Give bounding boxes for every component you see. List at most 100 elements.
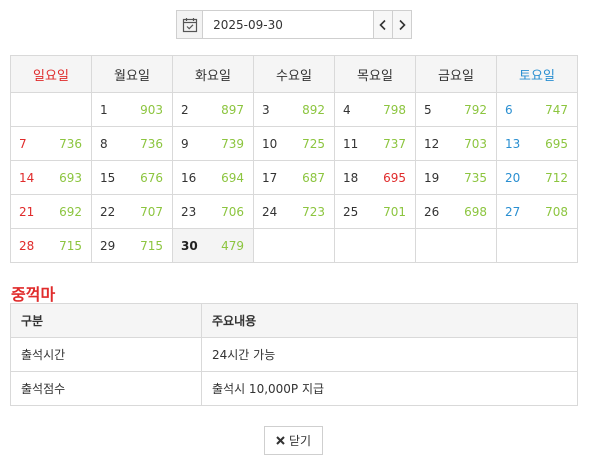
calendar-empty-cell: [10, 92, 92, 127]
calendar-day-number: 24: [262, 204, 278, 219]
calendar-week-row: 21 692 22 707 23 706 24 723 25 701 26 698 27 708: [10, 194, 578, 229]
calendar-day-content: 6 747: [505, 103, 568, 117]
calendar-day-content: 3 892: [262, 103, 325, 117]
calendar-attendance-count: 798: [383, 102, 406, 117]
attendance-info-table: 구분 주요내용 출석시간 24시간 가능 출석점수 출석시 10,000P 지급: [10, 303, 578, 406]
calendar-day-content: 25 701: [343, 205, 406, 219]
calendar-attendance-count: 736: [140, 136, 163, 151]
calendar-attendance-count: 692: [59, 204, 82, 219]
calendar-day-cell: 22 707: [91, 194, 173, 229]
calendar-day-cell: 20 712: [496, 160, 578, 195]
calendar-attendance-count: 897: [221, 102, 244, 117]
calendar-day-content: 24 723: [262, 205, 325, 219]
info-cell-category: 출석시간: [10, 337, 202, 372]
calendar-week-row: 7 736 8 736 9 739 10 725 11 737 12 703 13 695: [10, 126, 578, 161]
calendar-day-content: 14 693: [19, 171, 82, 185]
calendar-attendance-count: 737: [383, 136, 406, 151]
calendar-day-cell: 14 693: [10, 160, 92, 195]
calendar-day-number: 4: [343, 102, 351, 117]
calendar-attendance-count: 694: [221, 170, 244, 185]
weekday-monday: 월요일: [91, 55, 173, 93]
calendar-day-content: 28 715: [19, 239, 82, 253]
calendar-day-number: 5: [424, 102, 432, 117]
calendar-day-number: 6: [505, 102, 513, 117]
calendar-day-cell: 21 692: [10, 194, 92, 229]
calendar-day-number: 12: [424, 136, 440, 151]
calendar-attendance-count: 676: [140, 170, 163, 185]
calendar-day-content: 18 695: [343, 171, 406, 185]
calendar-day-content: 20 712: [505, 171, 568, 185]
calendar-day-number: 29: [100, 238, 116, 253]
calendar-day-content: 2 897: [181, 103, 244, 117]
calendar-day-content: 23 706: [181, 205, 244, 219]
calendar-attendance-count: 706: [221, 204, 244, 219]
calendar-day-cell: 17 687: [253, 160, 335, 195]
calendar-day-content: 11 737: [343, 137, 406, 151]
calendar-day-content: 7 736: [19, 137, 82, 151]
calendar-attendance-count: 725: [302, 136, 325, 151]
calendar-day-cell: 8 736: [91, 126, 173, 161]
calendar-empty-cell: [496, 228, 578, 263]
attendance-calendar: 일요일 월요일 화요일 수요일 목요일 금요일 토요일 1 903 2 897 3 892…: [10, 55, 578, 263]
calendar-attendance-count: 693: [59, 170, 82, 185]
info-cell-content: 24시간 가능: [201, 337, 578, 372]
next-month-button[interactable]: [392, 11, 411, 38]
calendar-day-number: 28: [19, 238, 35, 253]
calendar-attendance-count: 723: [302, 204, 325, 219]
calendar-day-cell: 23 706: [172, 194, 254, 229]
calendar-check-icon: [182, 17, 197, 32]
calendar-attendance-count: 687: [302, 170, 325, 185]
weekday-tuesday: 화요일: [172, 55, 254, 93]
calendar-attendance-count: 479: [221, 238, 244, 253]
calendar-day-content: 5 792: [424, 103, 487, 117]
calendar-day-cell: 13 695: [496, 126, 578, 161]
table-row: 출석점수 출석시 10,000P 지급: [10, 371, 578, 406]
calendar-day-number: 2: [181, 102, 189, 117]
calendar-day-cell: 6 747: [496, 92, 578, 127]
section-title: 중꺽마: [11, 285, 56, 304]
calendar-attendance-count: 712: [545, 170, 568, 185]
calendar-attendance-count: 715: [59, 238, 82, 253]
calendar-day-content: 10 725: [262, 137, 325, 151]
calendar-day-number: 9: [181, 136, 189, 151]
calendar-attendance-count: 739: [221, 136, 244, 151]
calendar-day-number: 3: [262, 102, 270, 117]
calendar-day-cell: 24 723: [253, 194, 335, 229]
calendar-day-number: 22: [100, 204, 116, 219]
calendar-day-content: 13 695: [505, 137, 568, 151]
info-header-category: 구분: [10, 303, 202, 338]
weekday-header-row: 일요일 월요일 화요일 수요일 목요일 금요일 토요일: [10, 55, 578, 93]
calendar-day-cell: 26 698: [415, 194, 497, 229]
date-input[interactable]: [203, 11, 374, 38]
calendar-attendance-count: 736: [59, 136, 82, 151]
chevron-left-icon: [379, 19, 386, 30]
close-button[interactable]: 닫기: [264, 426, 323, 455]
calendar-day-number: 23: [181, 204, 197, 219]
calendar-day-cell: 15 676: [91, 160, 173, 195]
table-row: 출석시간 24시간 가능: [10, 337, 578, 372]
calendar-day-number: 13: [505, 136, 521, 151]
calendar-button[interactable]: [177, 11, 204, 38]
calendar-day-cell: 28 715: [10, 228, 92, 263]
calendar-empty-cell: [334, 228, 416, 263]
close-x-icon: [276, 436, 285, 445]
calendar-day-content: 8 736: [100, 137, 163, 151]
calendar-day-content: 16 694: [181, 171, 244, 185]
calendar-day-number: 27: [505, 204, 521, 219]
calendar-day-content: 12 703: [424, 137, 487, 151]
calendar-day-cell: 2 897: [172, 92, 254, 127]
calendar-attendance-count: 735: [464, 170, 487, 185]
calendar-day-content: 19 735: [424, 171, 487, 185]
calendar-empty-cell: [415, 228, 497, 263]
calendar-attendance-count: 701: [383, 204, 406, 219]
calendar-day-number: 7: [19, 136, 27, 151]
date-picker: [176, 10, 412, 39]
prev-month-button[interactable]: [373, 11, 393, 38]
calendar-day-cell: 12 703: [415, 126, 497, 161]
calendar-attendance-count: 695: [545, 136, 568, 151]
calendar-day-cell: 29 715: [91, 228, 173, 263]
calendar-day-cell: 11 737: [334, 126, 416, 161]
calendar-day-number: 19: [424, 170, 440, 185]
calendar-day-content: 26 698: [424, 205, 487, 219]
calendar-attendance-count: 903: [140, 102, 163, 117]
